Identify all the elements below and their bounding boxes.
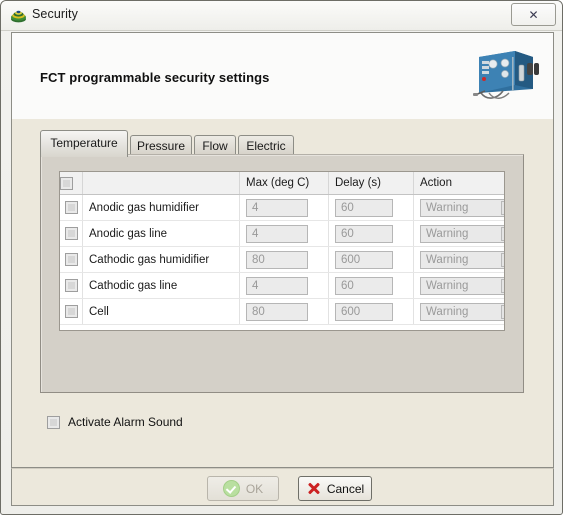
- delay-input[interactable]: 60: [335, 276, 393, 295]
- row-select-cell[interactable]: [60, 298, 83, 325]
- action-select[interactable]: Warning: [420, 250, 504, 269]
- row-name: Cell: [82, 298, 240, 325]
- tab-panel-temperature: Max (deg C) Delay (s) Action Anodic gas …: [40, 154, 524, 393]
- action-select[interactable]: Warning: [420, 224, 504, 243]
- window-title: Security: [32, 7, 78, 21]
- max-input[interactable]: 4: [246, 276, 308, 295]
- select-all-header[interactable]: [60, 172, 83, 195]
- header-panel: FCT programmable security settings: [11, 32, 554, 119]
- security-settings-grid: Max (deg C) Delay (s) Action Anodic gas …: [59, 171, 505, 331]
- column-header-max: Max (deg C): [239, 172, 329, 195]
- max-input[interactable]: 4: [246, 224, 308, 243]
- row-max-cell: 80: [239, 298, 329, 325]
- title-bar: Security ✕: [1, 1, 562, 31]
- ok-button-label: OK: [245, 481, 264, 496]
- delay-input[interactable]: 600: [335, 250, 393, 269]
- delay-input[interactable]: 60: [335, 224, 393, 243]
- tab-pressure-label: Pressure: [136, 139, 186, 153]
- row-checkbox[interactable]: [64, 201, 78, 214]
- chevron-down-icon[interactable]: [501, 200, 504, 215]
- tab-electric[interactable]: Electric: [238, 135, 294, 155]
- delay-input[interactable]: 60: [335, 198, 393, 217]
- row-select-cell[interactable]: [60, 246, 83, 273]
- row-checkbox[interactable]: [64, 279, 78, 292]
- action-select[interactable]: Warning: [420, 276, 504, 295]
- row-name: Cathodic gas humidifier: [82, 246, 240, 273]
- chevron-down-icon[interactable]: [501, 252, 504, 267]
- row-max-cell: 80: [239, 246, 329, 273]
- cross-icon: [306, 481, 321, 496]
- row-delay-cell: 60: [328, 194, 414, 221]
- column-header-action: Action: [413, 172, 504, 195]
- row-max-cell: 4: [239, 220, 329, 247]
- row-action-cell: Warning: [413, 272, 504, 299]
- table-row: Cell 80 600 Warning: [60, 298, 504, 325]
- close-icon[interactable]: ✕: [511, 3, 556, 26]
- row-action-cell: Warning: [413, 298, 504, 325]
- row-name: Anodic gas line: [82, 220, 240, 247]
- row-max-cell: 4: [239, 272, 329, 299]
- row-max-cell: 4: [239, 194, 329, 221]
- tab-temperature-label: Temperature: [50, 136, 118, 150]
- row-action-cell: Warning: [413, 220, 504, 247]
- activate-alarm-sound-row[interactable]: Activate Alarm Sound: [47, 415, 183, 429]
- row-checkbox[interactable]: [64, 253, 78, 266]
- tab-flow-label: Flow: [202, 139, 228, 153]
- security-dialog-window: Security ✕ FCT programmable security set…: [0, 0, 563, 515]
- ok-button[interactable]: OK: [207, 476, 279, 501]
- column-header-delay: Delay (s): [328, 172, 414, 195]
- max-input[interactable]: 80: [246, 250, 308, 269]
- chevron-down-icon[interactable]: [501, 278, 504, 293]
- check-circle-icon: [222, 480, 240, 497]
- close-glyph: ✕: [528, 7, 539, 22]
- page-title: FCT programmable security settings: [40, 70, 270, 85]
- activate-alarm-sound-label: Activate Alarm Sound: [68, 415, 183, 429]
- max-input[interactable]: 4: [246, 198, 308, 217]
- row-delay-cell: 600: [328, 298, 414, 325]
- activate-alarm-sound-checkbox[interactable]: [47, 415, 60, 429]
- row-action-cell: Warning: [413, 194, 504, 221]
- row-select-cell[interactable]: [60, 220, 83, 247]
- row-delay-cell: 60: [328, 272, 414, 299]
- settings-table: Max (deg C) Delay (s) Action Anodic gas …: [60, 172, 504, 325]
- table-row: Cathodic gas line 4 60 Warning: [60, 272, 504, 299]
- row-name: Cathodic gas line: [82, 272, 240, 299]
- table-row: Anodic gas humidifier 4 60 Warning: [60, 194, 504, 221]
- row-checkbox[interactable]: [64, 227, 78, 240]
- tab-electric-label: Electric: [246, 139, 286, 153]
- tab-flow[interactable]: Flow: [194, 135, 236, 155]
- row-name: Anodic gas humidifier: [82, 194, 240, 221]
- row-delay-cell: 600: [328, 246, 414, 273]
- chevron-down-icon[interactable]: [501, 304, 504, 319]
- table-row: Cathodic gas humidifier 80 600 Warning: [60, 246, 504, 273]
- row-action-cell: Warning: [413, 246, 504, 273]
- fuel-cell-test-station-photo: [471, 41, 541, 103]
- dialog-body: Temperature Pressure Flow Electric Max (…: [11, 119, 554, 468]
- cancel-button[interactable]: Cancel: [298, 476, 372, 501]
- row-select-cell[interactable]: [60, 272, 83, 299]
- row-select-cell[interactable]: [60, 194, 83, 221]
- tab-pressure[interactable]: Pressure: [130, 135, 192, 155]
- action-select[interactable]: Warning: [420, 198, 504, 217]
- security-disc-icon: [10, 7, 27, 24]
- table-row: Anodic gas line 4 60 Warning: [60, 220, 504, 247]
- max-input[interactable]: 80: [246, 302, 308, 321]
- cancel-button-label: Cancel: [326, 481, 365, 496]
- table-head: Max (deg C) Delay (s) Action: [60, 172, 504, 195]
- dialog-button-bar: OK Cancel: [11, 468, 554, 506]
- table-body: Anodic gas humidifier 4 60 Warning Anodi…: [60, 194, 504, 325]
- tab-temperature[interactable]: Temperature: [40, 130, 128, 157]
- row-delay-cell: 60: [328, 220, 414, 247]
- select-all-checkbox[interactable]: [60, 176, 73, 190]
- table-header-row: Max (deg C) Delay (s) Action: [60, 172, 504, 195]
- chevron-down-icon[interactable]: [501, 226, 504, 241]
- action-select[interactable]: Warning: [420, 302, 504, 321]
- row-checkbox[interactable]: [64, 305, 78, 318]
- column-header-name: [82, 172, 240, 195]
- delay-input[interactable]: 600: [335, 302, 393, 321]
